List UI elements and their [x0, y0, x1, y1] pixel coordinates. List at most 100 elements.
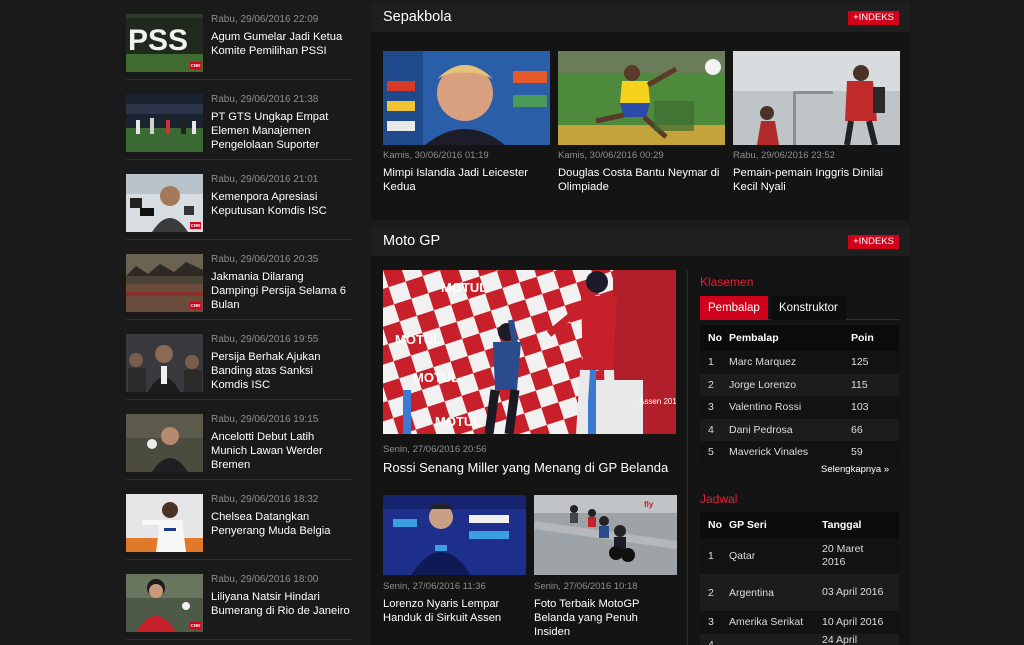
news-title[interactable]: Agum Gumelar Jadi Ketua Komite Pemilihan… [211, 30, 353, 58]
indeks-button[interactable]: +INDEKS [848, 11, 899, 25]
gp-cell [729, 633, 822, 645]
news-title[interactable]: PT GTS Ungkap Empat Elemen Manajemen Pen… [211, 110, 353, 152]
motul-logo-text: MOTUL [435, 414, 481, 429]
rank-cell: 4 [700, 418, 729, 441]
rank-cell: 2 [700, 373, 729, 396]
news-card[interactable]: Kamis, 30/06/2016 01:19 Mimpi Islandia J… [383, 51, 550, 194]
points-cell: 59 [851, 441, 899, 464]
motul-logo-text: MOTUL [395, 332, 441, 347]
column-divider [687, 270, 688, 645]
news-date: Rabu, 29/06/2016 20:35 [211, 254, 319, 265]
news-thumbnail[interactable] [126, 414, 203, 472]
news-title[interactable]: Foto Terbaik MotoGP Belanda yang Penuh I… [534, 597, 677, 639]
cnn-logo: CNN [190, 302, 201, 309]
news-title[interactable]: Mimpi Islandia Jadi Leicester Kedua [383, 166, 550, 194]
news-thumbnail[interactable] [126, 494, 203, 552]
rider-cell: Dani Pedrosa [729, 418, 851, 441]
news-image[interactable] [383, 495, 526, 575]
table-row: 4 Dani Pedrosa 66 [700, 418, 899, 441]
news-item[interactable]: CNN Rabu, 29/06/2016 21:01 Kemenpora Apr… [126, 160, 352, 240]
indeks-button[interactable]: +INDEKS [848, 235, 899, 249]
news-image[interactable] [383, 51, 550, 145]
section-title[interactable]: Moto GP [383, 233, 440, 249]
rider-cell: Maverick Vinales [729, 441, 851, 464]
gp-cell: Argentina [729, 574, 822, 611]
date-cell: 20 Maret 2016 [822, 538, 899, 574]
news-title[interactable]: Douglas Costa Bantu Neymar di Olimpiade [558, 166, 725, 194]
news-title[interactable]: Jakmania Dilarang Dampingi Persija Selam… [211, 270, 353, 312]
news-title[interactable]: Ancelotti Debut Latih Munich Lawan Werde… [211, 430, 353, 472]
news-title[interactable]: Kemenpora Apresiasi Keputusan Komdis ISC [211, 190, 353, 218]
rank-cell: 3 [700, 611, 729, 634]
news-title[interactable]: Liliyana Natsir Hindari Bumerang di Rio … [211, 590, 353, 618]
news-date: Senin, 27/06/2016 10:18 [534, 581, 638, 592]
table-row: 1 Marc Marquez 125 [700, 351, 899, 374]
rank-cell: 2 [700, 574, 729, 611]
news-image[interactable] [733, 51, 900, 145]
table-row: 5 Maverick Vinales 59 [700, 441, 899, 464]
news-title[interactable]: Rossi Senang Miller yang Menang di GP Be… [383, 460, 676, 475]
motul-logo-text: MOTUL [413, 370, 459, 385]
news-item[interactable]: Rabu, 29/06/2016 19:15 Ancelotti Debut L… [126, 400, 352, 480]
news-image[interactable] [558, 51, 725, 145]
section-header: Sepakbola +INDEKS [371, 2, 910, 32]
news-date: Senin, 27/06/2016 20:56 [383, 444, 487, 455]
news-thumbnail[interactable]: CNN [126, 574, 203, 632]
jadwal-table: No GP Seri Tanggal 1 Qatar 20 Maret 2016… [700, 512, 899, 645]
news-title[interactable]: Persija Berhak Ajukan Banding atas Sanks… [211, 350, 353, 392]
points-cell: 125 [851, 351, 899, 374]
news-date: Rabu, 29/06/2016 19:55 [211, 334, 319, 345]
news-date: Rabu, 29/06/2016 18:00 [211, 574, 319, 585]
news-item[interactable]: CNN Rabu, 29/06/2016 20:35 Jakmania Dila… [126, 240, 352, 320]
rider-cell: Valentino Rossi [729, 396, 851, 419]
rank-cell: 3 [700, 396, 729, 419]
section-title[interactable]: Sepakbola [383, 9, 452, 25]
table-header-row: No GP Seri Tanggal [700, 512, 899, 538]
news-date: Rabu, 29/06/2016 19:15 [211, 414, 319, 425]
news-card[interactable]: Kamis, 30/06/2016 00:29 Douglas Costa Ba… [558, 51, 725, 194]
news-date: Rabu, 29/06/2016 18:32 [211, 494, 319, 505]
table-row: 4 24 April [700, 633, 899, 645]
featured-news-image[interactable]: MOTUL MOTUL MOTUL MOTUL Assen 2016 [383, 270, 676, 434]
news-item[interactable]: Rabu, 29/06/2016 18:32 Chelsea Datangkan… [126, 480, 352, 560]
rank-cell: 5 [700, 441, 729, 464]
news-item[interactable]: Rabu, 29/06/2016 21:38 PT GTS Ungkap Emp… [126, 80, 352, 160]
rank-cell: 4 [700, 633, 729, 645]
news-thumbnail[interactable]: CNN [126, 254, 203, 312]
news-thumbnail[interactable]: CNN [126, 174, 203, 232]
news-title[interactable]: Lorenzo Nyaris Lempar Handuk di Sirkuit … [383, 597, 526, 625]
news-title[interactable]: Chelsea Datangkan Penyerang Muda Belgia [211, 510, 353, 538]
klasemen-tabs: Pembalap Konstruktor [700, 296, 900, 320]
table-row: 2 Jorge Lorenzo 115 [700, 373, 899, 396]
news-item[interactable]: CNN Rabu, 29/06/2016 18:00 Liliyana Nats… [126, 560, 352, 640]
klasemen-table: No Pembalap Poin 1 Marc Marquez 125 2 Jo… [700, 325, 899, 464]
fly-logo-text: fly [644, 500, 654, 509]
date-cell: 24 April [822, 633, 899, 645]
column-header-pembalap: Pembalap [729, 325, 851, 351]
cnn-logo: CNN [190, 62, 201, 69]
selengkapnya-link[interactable]: Selengkapnya » [821, 464, 889, 475]
news-thumbnail[interactable] [126, 334, 203, 392]
date-cell: 03 April 2016 [822, 574, 899, 611]
news-card[interactable]: Rabu, 29/06/2016 23:52 Pemain-pemain Ing… [733, 51, 900, 194]
tab-konstruktor[interactable]: Konstruktor [771, 296, 846, 320]
news-card[interactable]: Senin, 27/06/2016 11:36 Lorenzo Nyaris L… [383, 495, 526, 625]
points-cell: 115 [851, 373, 899, 396]
news-thumbnail[interactable] [126, 94, 203, 152]
news-thumbnail[interactable]: PSS CNN [126, 14, 203, 72]
featured-news[interactable]: MOTUL MOTUL MOTUL MOTUL Assen 2016 Senin… [383, 270, 676, 475]
news-card[interactable]: fly Senin, 27/06/2016 10:18 Foto Terbaik… [534, 495, 677, 639]
news-item[interactable]: PSS CNN Rabu, 29/06/2016 22:09 Agum Gume… [126, 0, 352, 80]
news-image[interactable]: fly [534, 495, 677, 575]
points-cell: 103 [851, 396, 899, 419]
news-date: Rabu, 29/06/2016 21:01 [211, 174, 319, 185]
news-title[interactable]: Pemain-pemain Inggris Dinilai Kecil Nyal… [733, 166, 900, 194]
table-row: 3 Valentino Rossi 103 [700, 396, 899, 419]
news-item[interactable]: Rabu, 29/06/2016 19:55 Persija Berhak Aj… [126, 320, 352, 400]
cnn-logo: CNN [190, 622, 201, 629]
news-date: Kamis, 30/06/2016 01:19 [383, 150, 489, 161]
table-row: 3 Amerika Serikat 10 April 2016 [700, 611, 899, 634]
pss-logo-text: PSS [128, 24, 188, 57]
tab-pembalap[interactable]: Pembalap [700, 296, 768, 320]
rank-cell: 1 [700, 351, 729, 374]
